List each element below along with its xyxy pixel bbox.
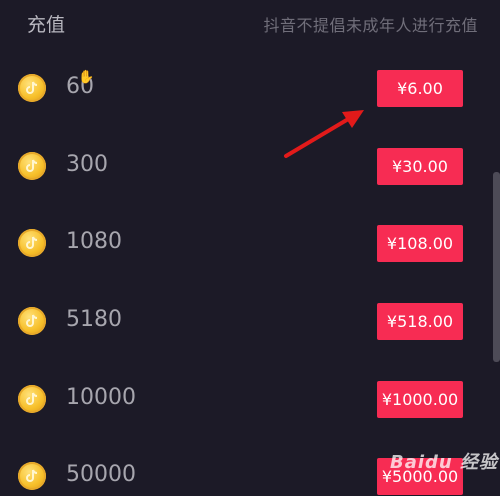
coin-amount: 5180 — [66, 307, 122, 332]
watermark: Baidu 经验 — [390, 452, 499, 473]
price-button[interactable]: ¥6.00 — [377, 70, 463, 107]
price-button[interactable]: ¥108.00 — [377, 225, 463, 262]
price-button[interactable]: ¥518.00 — [377, 303, 463, 340]
coin-amount: 300 — [66, 152, 108, 177]
hand-cursor-icon: ✋ — [78, 70, 95, 85]
coin-icon — [18, 152, 46, 180]
page-title: 充值 — [27, 14, 66, 36]
recharge-option-row: 10000 ¥1000.00 — [0, 370, 500, 430]
red-arrow-annotation — [284, 110, 364, 158]
coin-amount: 1080 — [66, 229, 122, 254]
coin-amount: 10000 — [66, 385, 136, 410]
header: 充值 抖音不提倡未成年人进行充值 — [0, 0, 500, 46]
coin-icon — [18, 385, 46, 413]
recharge-option-row: 5180 ¥518.00 — [0, 292, 500, 352]
coin-icon — [18, 74, 46, 102]
coin-icon — [18, 462, 46, 490]
scrollbar[interactable] — [493, 172, 500, 362]
recharge-option-row: 1080 ¥108.00 — [0, 214, 500, 274]
minor-recharge-notice: 抖音不提倡未成年人进行充值 — [263, 16, 478, 35]
recharge-screen: 充值 抖音不提倡未成年人进行充值 60 ¥6.00 300 ¥30.00 108… — [0, 0, 500, 496]
coin-icon — [18, 229, 46, 257]
coin-icon — [18, 307, 46, 335]
price-button[interactable]: ¥30.00 — [377, 148, 463, 185]
recharge-option-row: 300 ¥30.00 — [0, 137, 500, 197]
recharge-option-row: 60 ¥6.00 — [0, 59, 500, 119]
coin-amount: 50000 — [66, 462, 136, 487]
price-button[interactable]: ¥1000.00 — [377, 381, 463, 418]
